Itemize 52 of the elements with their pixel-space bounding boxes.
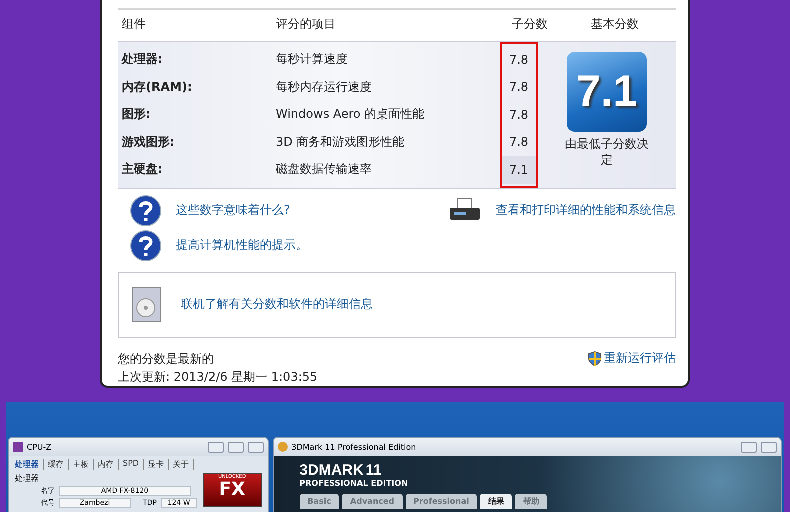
tab[interactable]: 处理器 <box>15 459 44 470</box>
component-label: 内存(RAM): <box>122 78 194 96</box>
base-score-note: 由最低子分数决定 <box>564 136 650 168</box>
component-label: 主硬盘: <box>122 161 164 178</box>
column-header: 子分数 <box>511 16 549 33</box>
print-details-link[interactable]: 查看和打印详细的性能和系统信息 <box>496 202 676 219</box>
edition-text: PROFESSIONAL EDITION <box>300 479 410 488</box>
app-icon <box>278 442 288 452</box>
rated-item: 每秒内存运行速度 <box>276 78 373 96</box>
subscore: 7.8 <box>508 134 530 152</box>
rerun-assessment-link[interactable]: 重新运行评估 <box>604 350 676 367</box>
rated-item: 每秒计算速度 <box>276 51 349 68</box>
component-label: 处理器: <box>122 51 164 68</box>
window-title: 3DMark 11 Professional Edition <box>292 442 418 452</box>
score-status: 您的分数是最新的 <box>118 351 215 368</box>
logo-text: 3DMARK <box>300 462 364 479</box>
close-button[interactable] <box>248 442 264 452</box>
subscore: 7.8 <box>508 52 530 69</box>
tab[interactable]: 缓存 <box>48 459 69 470</box>
subscore: 7.8 <box>508 79 530 96</box>
minimize-button[interactable] <box>208 442 224 452</box>
online-info-link[interactable]: 联机了解有关分数和软件的详细信息 <box>181 296 373 314</box>
rated-item: 磁盘数据传输速率 <box>276 161 373 178</box>
component-label: 图形: <box>122 106 152 124</box>
subscore: 7.1 <box>502 156 536 184</box>
last-update-text: 上次更新: 2013/2/6 星期一 1:03:55 <box>118 369 318 386</box>
subscore: 7.8 <box>508 106 530 124</box>
help-icon <box>130 230 162 262</box>
rated-item: Windows Aero 的桌面性能 <box>276 106 426 124</box>
base-score-tile: 7.1 <box>567 52 647 132</box>
column-header: 评分的项目 <box>276 16 337 33</box>
window-title: CPU-Z <box>27 442 53 452</box>
help-link[interactable]: 提高计算机性能的提示。 <box>176 237 308 254</box>
tab[interactable]: 显卡 <box>148 459 170 470</box>
rated-item: 3D 商务和游戏图形性能 <box>276 134 406 151</box>
minimize-button[interactable] <box>741 442 757 452</box>
help-icon <box>130 194 162 226</box>
component-label: 游戏图形: <box>122 134 176 151</box>
tab[interactable]: SPD <box>123 459 144 470</box>
shield-icon <box>588 350 602 366</box>
maximize-button[interactable] <box>228 442 244 452</box>
tab[interactable]: 关于 <box>173 459 194 470</box>
column-header: 基本分数 <box>590 16 640 33</box>
tab[interactable]: 内存 <box>98 459 119 470</box>
maximize-button[interactable] <box>761 442 777 452</box>
app-icon <box>13 442 23 452</box>
tab[interactable]: 主板 <box>73 459 94 470</box>
help-link[interactable]: 这些数字意味着什么? <box>176 202 290 219</box>
tab[interactable]: 结果 <box>480 494 512 509</box>
logo-number: 11 <box>366 462 382 479</box>
column-header: 组件 <box>122 16 147 33</box>
group-label: 处理器 <box>15 473 40 484</box>
